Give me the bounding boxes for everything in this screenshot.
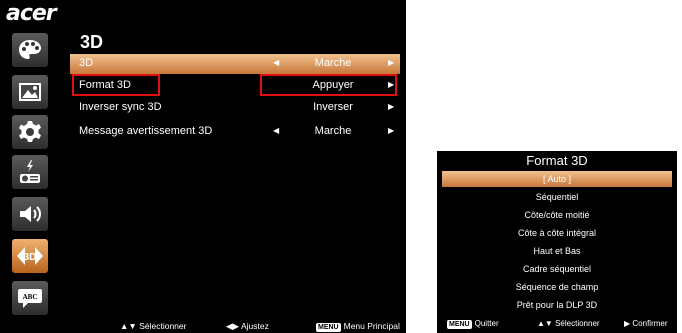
submenu-option[interactable]: Haut et Bas bbox=[442, 243, 672, 259]
3d-icon: 3D bbox=[17, 247, 43, 265]
submenu-option[interactable]: [ Auto ] bbox=[442, 171, 672, 187]
footer-select-hint: ▲▼ Sélectionner bbox=[120, 321, 186, 331]
submenu-confirm-hint: ▶ Confirmer bbox=[624, 319, 668, 328]
submenu-title: Format 3D bbox=[526, 153, 588, 168]
page-title: 3D bbox=[80, 32, 104, 52]
menu-row-value: Marche bbox=[314, 57, 352, 69]
submenu-quit-label: Quitter bbox=[474, 319, 499, 328]
menu-row-value: Marche bbox=[314, 125, 352, 137]
language-icon-label: ABC bbox=[23, 293, 38, 301]
submenu-option[interactable]: Séquence de champ bbox=[442, 279, 672, 295]
acer-logo: acer bbox=[6, 1, 57, 26]
image-icon bbox=[19, 83, 41, 101]
highlight-box-value bbox=[260, 74, 397, 96]
sidebar-item-language[interactable]: ABC bbox=[12, 281, 48, 315]
submenu-select-label: Sélectionner bbox=[555, 319, 600, 328]
menu-row-message-3d[interactable]: Message avertissement 3D ◀ Marche ▶ bbox=[70, 122, 400, 142]
format-3d-submenu: Format 3D [ Auto ] Séquentiel Côte/côte … bbox=[437, 151, 677, 333]
highlight-box-label bbox=[72, 74, 160, 96]
submenu-option[interactable]: Côte/côte moitié bbox=[442, 207, 672, 223]
sidebar-item-management[interactable] bbox=[12, 155, 48, 189]
sidebar-item-image[interactable] bbox=[12, 75, 48, 109]
play-arrow-icon: ▶ bbox=[624, 319, 631, 328]
submenu-select-hint: ▲▼ Sélectionner bbox=[537, 319, 600, 328]
footer-select-label: Sélectionner bbox=[139, 321, 187, 331]
language-icon: ABC bbox=[18, 289, 42, 308]
sidebar-item-3d[interactable]: 3D bbox=[12, 239, 48, 273]
osd-main-menu: acer 3D ABC 3D 3D ◀ Marche ▶ Format 3D A… bbox=[0, 0, 406, 333]
submenu-option[interactable]: Cadre séquentiel bbox=[442, 261, 672, 277]
submenu-option[interactable]: Côte à côte intégral bbox=[442, 225, 672, 241]
arrow-left-icon[interactable]: ◀ bbox=[273, 58, 279, 67]
left-right-arrows-icon: ◀▶ bbox=[226, 321, 240, 331]
projector-power-icon bbox=[20, 160, 40, 183]
footer-menu-hint: MENU Menu Principal bbox=[316, 321, 400, 332]
menu-row-value[interactable]: Inverser bbox=[283, 101, 383, 113]
menu-row-3d[interactable]: 3D ◀ Marche ▶ bbox=[70, 54, 400, 74]
up-down-arrows-icon: ▲▼ bbox=[120, 321, 137, 331]
sidebar-item-color[interactable] bbox=[12, 33, 48, 67]
footer-menu-label: Menu Principal bbox=[343, 321, 400, 331]
sidebar-item-settings[interactable] bbox=[12, 115, 48, 149]
3d-icon-label: 3D bbox=[24, 252, 37, 263]
menu-key-icon: MENU bbox=[447, 320, 472, 329]
sidebar-item-audio[interactable] bbox=[12, 197, 48, 231]
footer-adjust-label: Ajustez bbox=[240, 321, 269, 331]
arrow-left-icon[interactable]: ◀ bbox=[273, 126, 279, 135]
footer-adjust-hint: ◀▶ Ajustez bbox=[226, 321, 269, 332]
submenu-option[interactable]: Séquentiel bbox=[442, 189, 672, 205]
submenu-quit-hint: MENU Quitter bbox=[447, 319, 499, 329]
submenu-option[interactable]: Prêt pour la DLP 3D bbox=[442, 297, 672, 313]
menu-row-inverser-sync[interactable]: Inverser sync 3D Inverser ▶ bbox=[70, 98, 400, 118]
submenu-confirm-label: Confirmer bbox=[632, 319, 668, 328]
gear-icon bbox=[19, 121, 41, 142]
up-down-arrows-icon: ▲▼ bbox=[537, 319, 553, 328]
arrow-right-icon[interactable]: ▶ bbox=[388, 126, 394, 135]
menu-row-label: Inverser sync 3D bbox=[79, 101, 162, 113]
palette-icon bbox=[19, 40, 41, 59]
menu-key-icon: MENU bbox=[316, 323, 341, 332]
menu-row-label: 3D bbox=[79, 57, 94, 69]
arrow-right-icon[interactable]: ▶ bbox=[388, 58, 394, 67]
arrow-right-icon[interactable]: ▶ bbox=[388, 102, 394, 111]
sidebar: 3D ABC bbox=[0, 27, 62, 333]
speaker-icon bbox=[20, 206, 41, 222]
menu-row-label: Message avertissement 3D bbox=[79, 125, 213, 137]
